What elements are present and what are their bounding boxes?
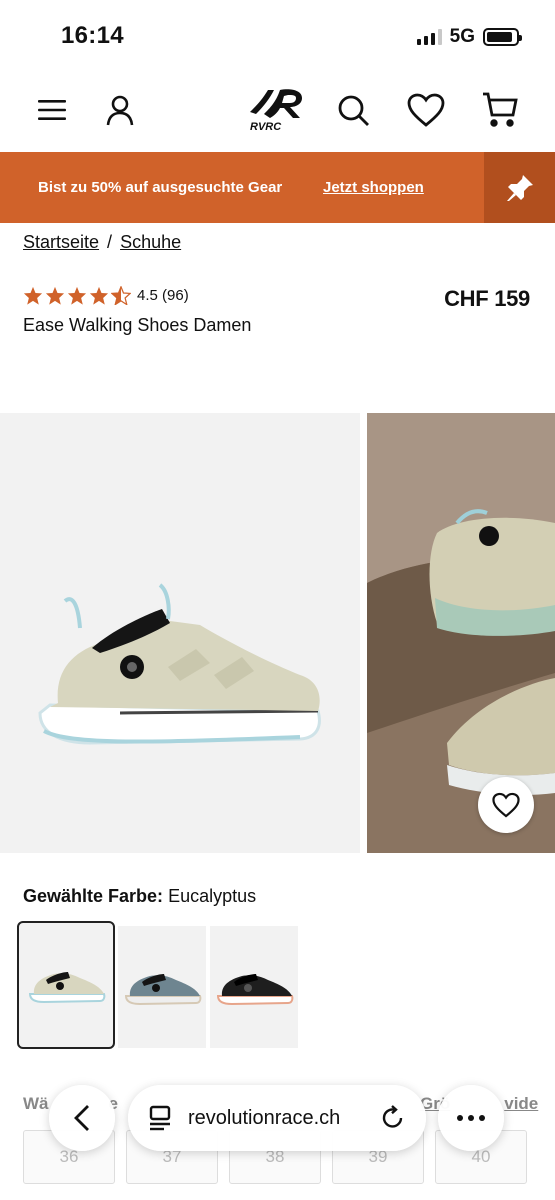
breadcrumb-shoes[interactable]: Schuhe [120, 232, 181, 253]
promo-text: Bist zu 50% auf ausgesuchte Gear [38, 179, 283, 196]
promo-shop-link[interactable]: Jetzt shoppen [323, 179, 424, 196]
star-icon [89, 286, 109, 305]
pin-icon[interactable] [484, 152, 555, 223]
account-icon[interactable] [100, 90, 140, 130]
star-icon [67, 286, 87, 305]
menu-icon[interactable] [32, 90, 72, 130]
reader-icon[interactable] [148, 1105, 172, 1131]
more-icon [457, 1115, 485, 1121]
chevron-left-icon [74, 1105, 89, 1131]
color-swatch-black[interactable] [210, 926, 298, 1048]
breadcrumb: Startseite / Schuhe [23, 232, 181, 253]
color-swatch-eucalyptus[interactable] [17, 921, 115, 1049]
browser-more-button[interactable] [438, 1085, 504, 1151]
breadcrumb-home[interactable]: Startseite [23, 232, 99, 253]
selected-color-label: Gewählte Farbe: [23, 886, 164, 906]
half-star-icon [111, 286, 131, 305]
wishlist-icon[interactable] [406, 90, 446, 130]
color-swatch-blue-grey[interactable] [118, 926, 206, 1048]
selected-color: Gewählte Farbe: Eucalyptus [23, 886, 256, 907]
battery-icon [483, 28, 522, 46]
product-title: Ease Walking Shoes Damen [23, 315, 252, 335]
rating-stars [23, 286, 131, 305]
size-label-start: Wä [23, 1094, 49, 1113]
promo-banner: Bist zu 50% auf ausgesuchte Gear Jetzt s… [0, 152, 555, 223]
product-gallery[interactable] [0, 413, 555, 853]
product-rating[interactable]: 4.5 (96) [23, 286, 189, 305]
rating-text: 4.5 (96) [137, 287, 189, 304]
brand-logo[interactable]: RVRC [246, 82, 308, 134]
address-bar[interactable]: revolutionrace.ch [128, 1085, 426, 1151]
status-indicators: 5G [416, 26, 522, 48]
star-icon [23, 286, 43, 305]
search-icon[interactable] [333, 90, 373, 130]
app-header: RVRC [0, 72, 555, 152]
status-time: 16:14 [61, 22, 124, 49]
product-price: CHF 159 [444, 286, 530, 311]
signal-icon [416, 29, 442, 45]
star-icon [45, 286, 65, 305]
cart-icon[interactable] [480, 90, 520, 130]
network-type: 5G [449, 26, 475, 47]
selected-color-value: Eucalyptus [168, 886, 257, 906]
browser-back-button[interactable] [49, 1085, 115, 1151]
product-image-main[interactable] [0, 413, 360, 853]
heart-icon [492, 792, 520, 818]
size-guide-end: vide [504, 1094, 539, 1113]
url-text: revolutionrace.ch [188, 1106, 341, 1129]
breadcrumb-separator: / [107, 232, 113, 252]
reload-icon[interactable] [380, 1105, 406, 1131]
status-bar: 16:14 5G [0, 0, 555, 72]
logo-text: RVRC [250, 121, 282, 133]
favorite-button[interactable] [478, 777, 534, 833]
